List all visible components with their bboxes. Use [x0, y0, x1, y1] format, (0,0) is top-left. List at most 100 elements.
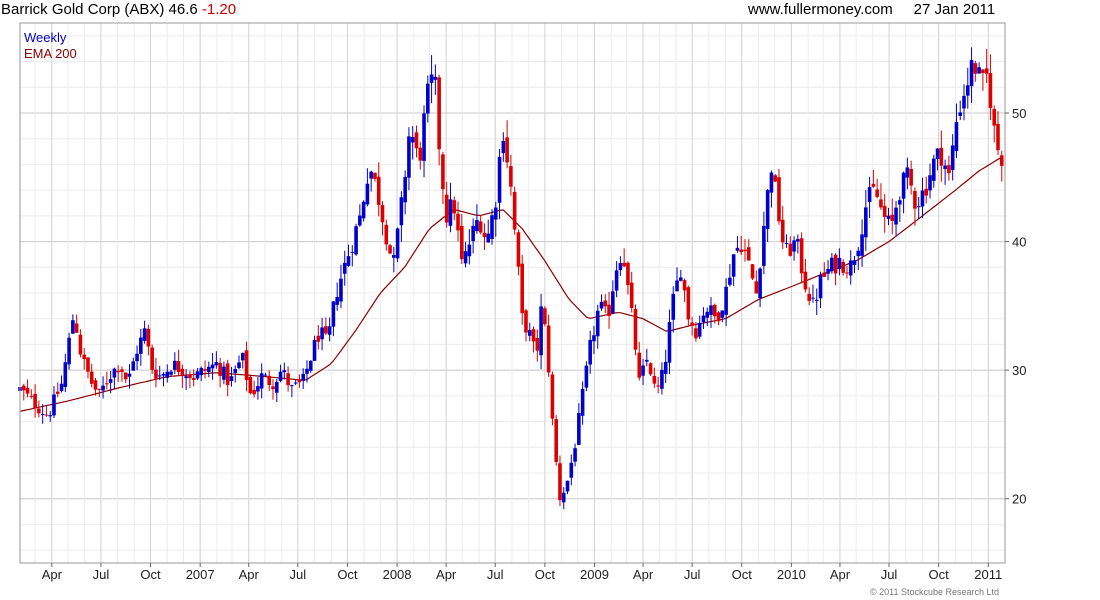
candle-body — [588, 339, 592, 365]
candle — [248, 374, 253, 395]
candle-body — [184, 376, 188, 379]
candle — [592, 325, 596, 355]
candle-body — [327, 326, 332, 335]
candle-body — [120, 369, 124, 372]
candle-body — [139, 337, 143, 354]
candle — [811, 284, 815, 303]
candle-body — [565, 480, 570, 492]
candle — [312, 335, 317, 361]
candle — [939, 130, 944, 182]
candle-body — [512, 191, 517, 230]
candle — [320, 317, 324, 351]
candle — [354, 223, 358, 256]
candle-body — [599, 301, 604, 309]
candle — [871, 169, 876, 188]
candle-body — [146, 328, 151, 347]
candle — [456, 201, 460, 242]
candle — [135, 345, 139, 370]
candle — [490, 209, 494, 245]
candle — [240, 352, 245, 369]
candle — [361, 200, 366, 222]
candle-body — [78, 334, 83, 355]
candle — [37, 400, 41, 418]
candle-body — [939, 147, 944, 166]
candle-body — [437, 77, 441, 150]
candle — [792, 236, 796, 261]
candle-body — [531, 329, 536, 342]
candle-body — [973, 63, 978, 74]
candle-body — [44, 414, 49, 416]
candle-body — [67, 337, 71, 365]
candle-body — [705, 311, 710, 318]
candle-body — [150, 347, 154, 370]
candle-body — [860, 234, 864, 256]
candle-body — [467, 244, 472, 257]
copyright-note: © 2011 Stockcube Research Ltd — [870, 587, 999, 597]
candle-body — [293, 382, 298, 384]
candle — [595, 304, 600, 349]
candle — [497, 148, 502, 220]
candle-body — [569, 462, 574, 478]
candle — [29, 389, 34, 399]
x-tick-label: 2008 — [383, 567, 412, 582]
candle — [667, 309, 672, 375]
candle-body — [803, 271, 808, 290]
candle — [845, 266, 849, 279]
candle — [308, 360, 313, 373]
candle-body — [244, 350, 249, 380]
candle-body — [86, 357, 90, 372]
x-tick-label: Apr — [436, 567, 457, 582]
candle-body — [535, 337, 540, 351]
candle — [467, 229, 472, 265]
candle — [218, 358, 222, 388]
candle — [762, 211, 766, 275]
candle — [71, 314, 75, 334]
candle — [429, 55, 434, 104]
candle — [512, 186, 517, 235]
candle-body — [992, 109, 997, 126]
candle-body — [444, 194, 449, 223]
candle — [950, 134, 955, 181]
candle-body — [448, 199, 453, 226]
candle — [210, 353, 215, 380]
candle-body — [814, 299, 819, 302]
candle — [716, 311, 721, 326]
candle — [901, 171, 906, 214]
candle-body — [286, 373, 290, 386]
candle — [569, 454, 574, 486]
candle — [301, 368, 306, 390]
candle — [633, 304, 638, 356]
candle — [833, 252, 838, 286]
candle-body — [433, 76, 438, 80]
candle-body — [358, 215, 362, 226]
candle-body — [384, 224, 389, 245]
candle — [996, 111, 1000, 155]
candle — [369, 170, 373, 192]
candle-body — [37, 408, 41, 414]
candle-body — [690, 322, 694, 326]
candle-body — [93, 380, 98, 390]
candle — [769, 170, 774, 208]
candle — [414, 125, 419, 158]
candle — [52, 386, 56, 418]
candle — [875, 178, 879, 199]
candle — [267, 370, 272, 391]
candle-body — [399, 197, 404, 226]
candle-body — [369, 171, 373, 179]
candle — [962, 84, 966, 121]
candle-body — [743, 249, 747, 252]
candle — [607, 291, 611, 329]
candle-body — [796, 239, 800, 242]
candle-body — [852, 260, 857, 265]
candle — [679, 269, 683, 282]
candle-body — [225, 363, 230, 385]
candle-body — [89, 371, 94, 384]
candle-body — [157, 375, 162, 377]
candle-body — [645, 359, 649, 362]
candle — [203, 360, 207, 379]
candle-body — [365, 183, 370, 205]
candle-body — [765, 190, 770, 229]
candle — [690, 317, 694, 336]
candle-body — [493, 207, 498, 220]
candle-body — [984, 68, 989, 74]
